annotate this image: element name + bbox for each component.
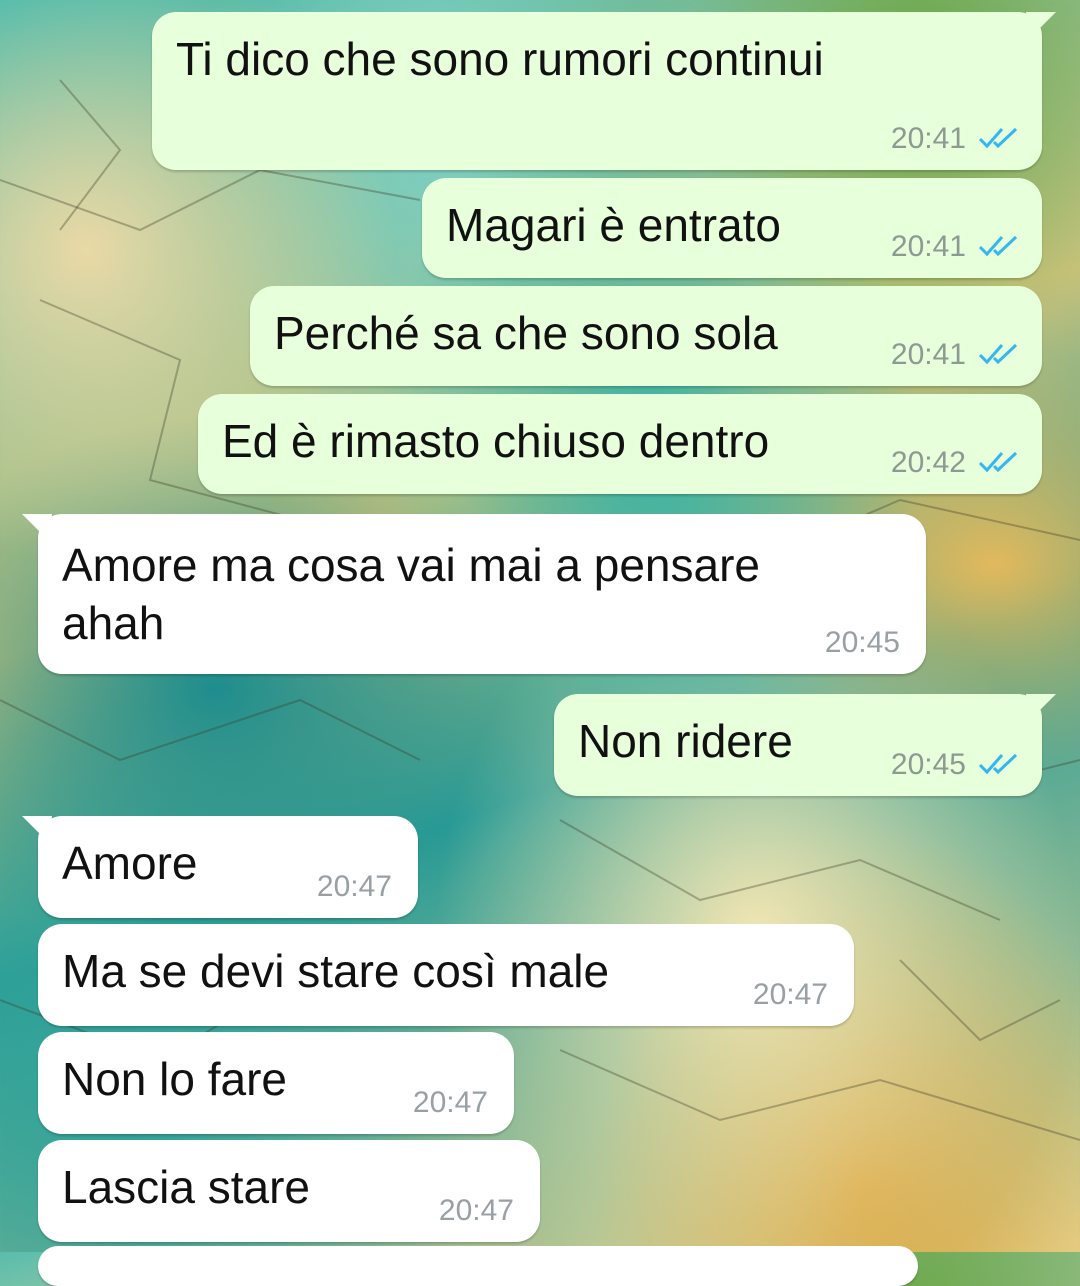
message-bubble-outgoing[interactable]: Magari è entrato 20:41: [422, 178, 1042, 278]
message-time: 20:47: [316, 870, 392, 903]
message-bubble-outgoing[interactable]: Ti dico che sono rumori continui 20:41: [152, 12, 1056, 170]
message-bubble-incoming[interactable]: Ma se devi stare così male 20:47: [38, 924, 854, 1026]
bubble-tail: [1026, 12, 1056, 38]
bubble-tail: [1026, 694, 1056, 720]
message-text: Ti dico che sono rumori continui: [176, 33, 824, 85]
message-time: 20:41: [890, 230, 966, 263]
message-text: Non lo fare: [62, 1053, 288, 1105]
message-bubble-incoming-partial[interactable]: [38, 1246, 918, 1286]
message-bubble-outgoing[interactable]: Perché sa che sono sola 20:41: [250, 286, 1042, 386]
message-text: Magari è entrato: [446, 199, 781, 251]
message-time: 20:41: [890, 338, 966, 371]
message-text: Ed è rimasto chiuso dentro: [222, 415, 770, 467]
message-text: Amore ma cosa vai mai a pensare ahah: [62, 539, 760, 649]
chat-thread: Ti dico che sono rumori continui 20:41 M…: [0, 0, 1080, 1286]
message-text: Amore: [62, 837, 198, 889]
double-check-icon: [978, 451, 1018, 473]
double-check-icon: [978, 343, 1018, 365]
message-text: Lascia stare: [62, 1161, 311, 1213]
message-time: 20:42: [890, 446, 966, 479]
message-time: 20:47: [752, 978, 828, 1011]
double-check-icon: [978, 127, 1018, 149]
message-time: 20:47: [412, 1086, 488, 1119]
message-bubble-incoming[interactable]: Amore ma cosa vai mai a pensare ahah 20:…: [22, 514, 926, 674]
message-text: Non ridere: [578, 715, 793, 767]
message-bubble-incoming[interactable]: Lascia stare 20:47: [38, 1140, 540, 1242]
message-time: 20:41: [890, 122, 966, 155]
double-check-icon: [978, 753, 1018, 775]
double-check-icon: [978, 235, 1018, 257]
message-bubble-outgoing[interactable]: Non ridere 20:45: [554, 694, 1056, 796]
message-text: Perché sa che sono sola: [274, 307, 778, 359]
message-bubble-incoming[interactable]: Non lo fare 20:47: [38, 1032, 514, 1134]
message-time: 20:45: [824, 626, 900, 659]
message-bubble-outgoing[interactable]: Ed è rimasto chiuso dentro 20:42: [198, 394, 1042, 494]
message-bubble-incoming[interactable]: Amore 20:47: [22, 816, 418, 918]
message-time: 20:45: [890, 748, 966, 781]
bubble-tail: [22, 816, 52, 842]
message-text: Ma se devi stare così male: [62, 945, 610, 997]
message-time: 20:47: [438, 1194, 514, 1227]
bubble-tail: [22, 514, 52, 540]
